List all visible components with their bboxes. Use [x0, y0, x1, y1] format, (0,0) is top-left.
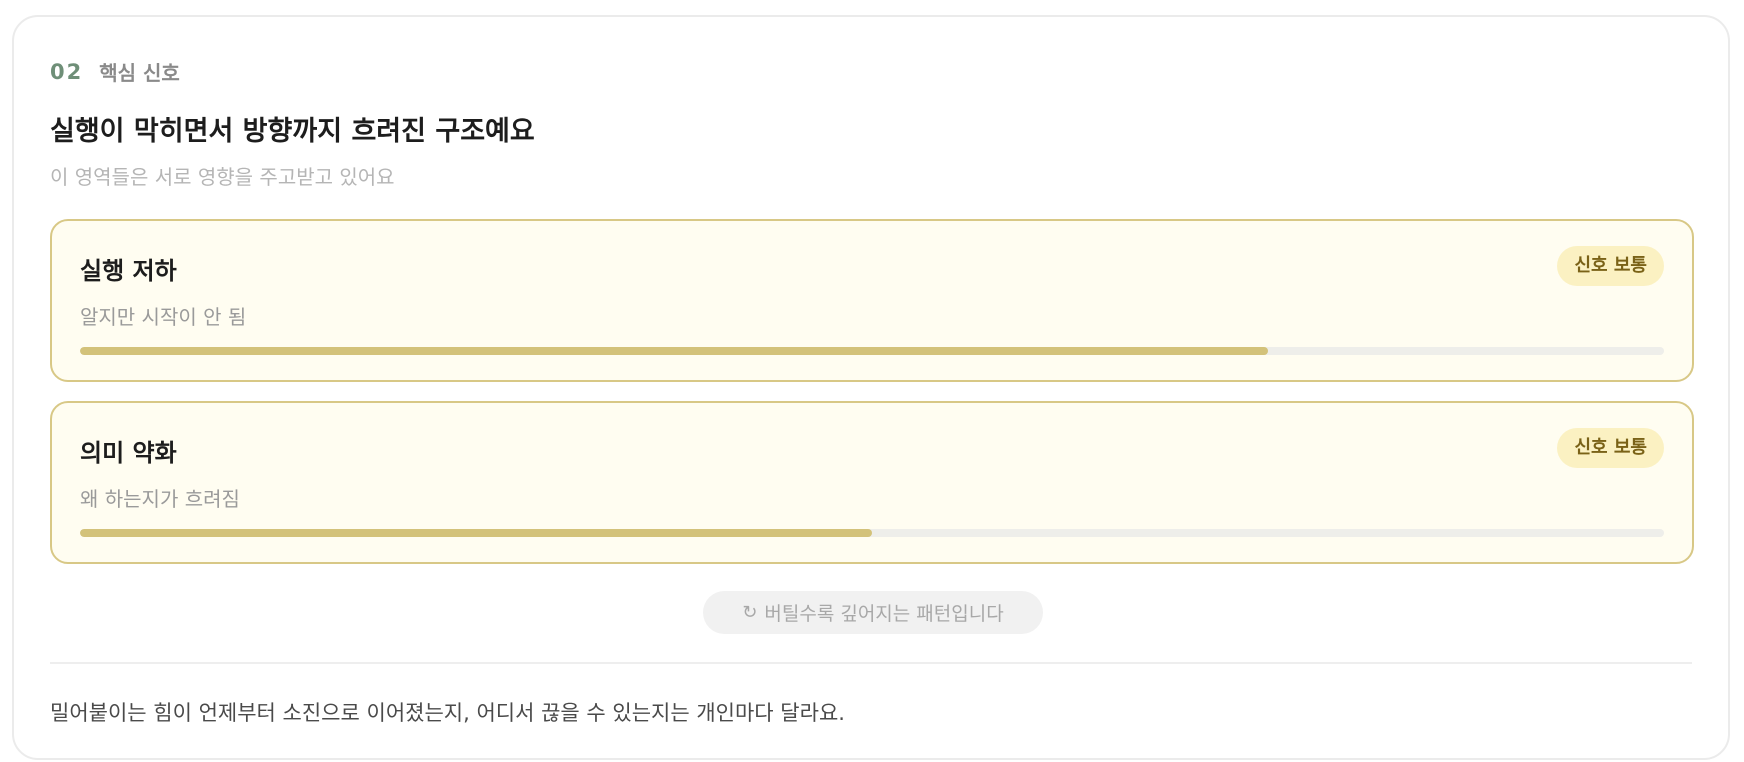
signal-level-badge: 신호 보통	[1557, 428, 1664, 468]
signal-progress-track	[80, 347, 1664, 355]
pattern-text: 버틸수록 깊어지는 패턴입니다	[764, 603, 1004, 625]
section-label: 핵심 신호	[99, 61, 180, 85]
divider	[50, 662, 1692, 664]
signal-title: 의미 약화	[80, 439, 177, 467]
signal-progress-track	[80, 529, 1664, 537]
page-title: 실행이 막히면서 방향까지 흐려진 구조예요	[50, 116, 535, 147]
signal-level-badge: 신호 보통	[1557, 246, 1664, 286]
signal-description: 왜 하는지가 흐려짐	[80, 487, 240, 511]
pattern-pill: ↻ 버틸수록 깊어지는 패턴입니다	[703, 591, 1043, 634]
signal-progress-fill	[80, 347, 1268, 355]
page-subtitle: 이 영역들은 서로 영향을 주고받고 있어요	[50, 165, 395, 189]
section-header: 02 핵심 신호	[50, 57, 180, 86]
signal-description: 알지만 시작이 안 됨	[80, 305, 247, 329]
signal-progress-fill	[80, 529, 872, 537]
core-signals-card: 02 핵심 신호 실행이 막히면서 방향까지 흐려진 구조예요 이 영역들은 서…	[12, 15, 1730, 760]
footer-note: 밀어붙이는 힘이 언제부터 소진으로 이어졌는지, 어디서 끊을 수 있는지는 …	[50, 701, 845, 725]
refresh-icon: ↻	[742, 601, 758, 623]
signal-card-meaning: 의미 약화 신호 보통 왜 하는지가 흐려짐	[50, 401, 1694, 564]
signal-title: 실행 저하	[80, 257, 177, 285]
section-number: 02	[50, 59, 84, 84]
signal-card-execution: 실행 저하 신호 보통 알지만 시작이 안 됨	[50, 219, 1694, 382]
